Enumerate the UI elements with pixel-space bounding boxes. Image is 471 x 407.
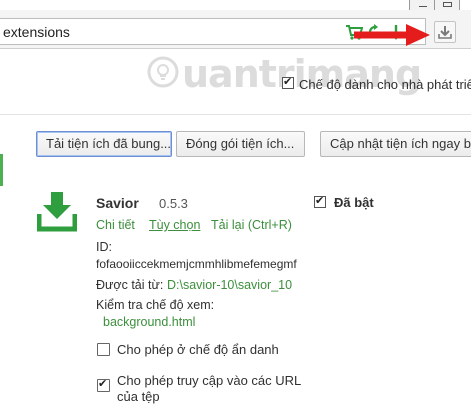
load-unpacked-button[interactable]: Tải tiện ích đã bung... [36, 131, 172, 157]
details-link[interactable]: Chi tiết [96, 218, 135, 232]
divider [0, 114, 471, 115]
enabled-checkbox[interactable] [314, 194, 326, 208]
enabled-label: Đã bật [334, 195, 374, 210]
reload-link[interactable]: Tải lại (Ctrl+R) [211, 218, 292, 232]
allow-file-urls-checkbox[interactable] [97, 377, 110, 392]
developer-mode-checkbox[interactable] [282, 75, 294, 89]
address-text: extensions [3, 24, 70, 40]
background-page-link[interactable]: background.html [103, 315, 195, 329]
watermark-logo-icon [147, 56, 179, 88]
inspect-views-label: Kiểm tra chế độ xem: [96, 298, 215, 312]
id-value: fofaooiiccekmemjcmmhlibmefemegmf [96, 257, 297, 271]
developer-mode-label: Chế độ dành cho nhà phát triển [299, 77, 471, 92]
extension-version: 0.5.3 [159, 196, 188, 211]
allow-incognito-label: Cho phép ở chế độ ẩn danh [117, 342, 279, 357]
download-icon[interactable] [434, 21, 456, 43]
loaded-from-path-link[interactable]: D:\savior-10\savior_10 [167, 278, 292, 292]
savior-extension-icon [37, 192, 77, 232]
options-link[interactable]: Tùy chọn [149, 218, 200, 232]
id-label: ID: [96, 240, 112, 254]
pack-extension-button[interactable]: Đóng gói tiện ích... [176, 131, 305, 157]
loaded-from-label: Được tải từ: [96, 278, 164, 292]
allow-file-urls-label: Cho phép truy cập vào các URL của tệp [117, 373, 301, 404]
extension-name: Savior [96, 195, 139, 211]
allow-incognito-checkbox[interactable] [97, 343, 110, 356]
update-extensions-button[interactable]: Cập nhật tiện ích ngay bây [320, 131, 471, 157]
nav-indicator [0, 154, 3, 186]
red-arrow-annotation [354, 24, 430, 46]
